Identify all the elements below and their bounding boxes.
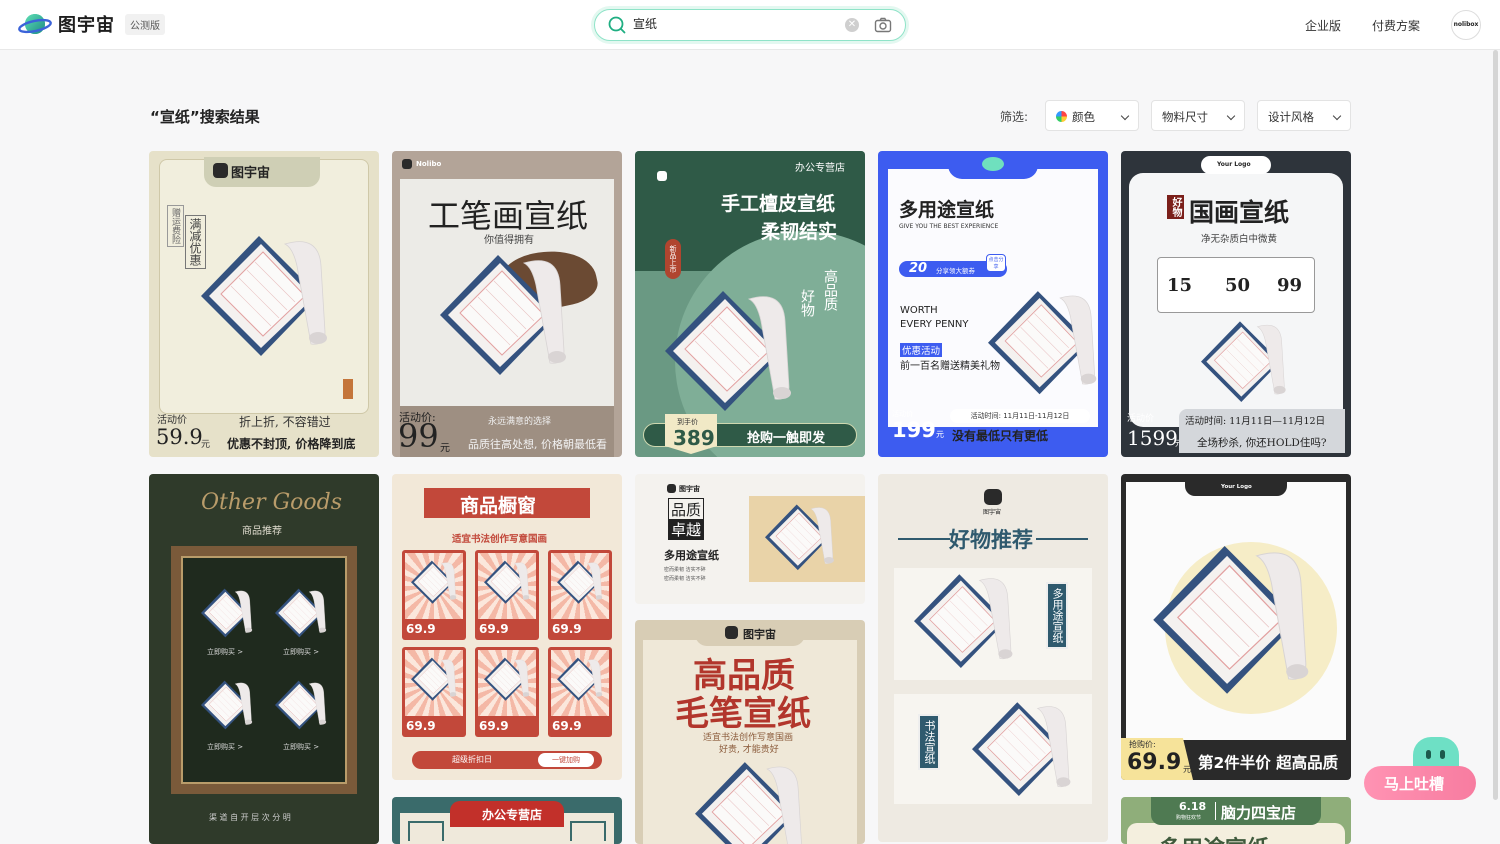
template-card-11[interactable]: 办公专营店 — [392, 797, 622, 844]
rice-paper-image — [275, 588, 327, 638]
product-tile[interactable]: 69.9 — [402, 550, 466, 640]
planet-logo-icon — [982, 157, 1004, 171]
template-card-12[interactable]: 图宇宙 高品质 毛笔宣纸 适宜书法创作写意国画 好贵, 才能贵好 — [635, 620, 865, 844]
rice-paper-image — [484, 657, 530, 701]
rice-paper-image — [695, 762, 804, 844]
product-tile[interactable]: 69.9 — [402, 647, 466, 737]
brand-logo-icon — [657, 171, 667, 181]
planet-logo-icon — [18, 11, 52, 37]
feedback-button[interactable]: 马上吐槽 — [1364, 766, 1476, 800]
color-wheel-icon — [1056, 111, 1067, 122]
brand-logo-icon — [213, 163, 228, 178]
tile-price: 69.9 — [406, 622, 436, 636]
template-card-5[interactable]: Your Logo 好物 国画宣纸 净无杂质白中微黄 15 50 99 活动价 … — [1121, 151, 1351, 457]
tile-price: 69.9 — [479, 719, 509, 733]
template-card-3[interactable]: 办公专营店 手工檀皮宣纸 柔韧结实 新品上市 好物 高品质 到手价 389 抢购… — [635, 151, 865, 457]
rice-paper-image — [1153, 546, 1309, 695]
rice-paper-image — [972, 702, 1071, 797]
template-card-1[interactable]: 图宇宙 满减优惠 赠运费险 活动价 59.9 元 折上折, 不容错过 优惠不封顶… — [149, 151, 379, 457]
camera-search-icon[interactable] — [874, 16, 892, 38]
brand-logo-icon — [667, 484, 676, 493]
rice-paper-image — [914, 574, 1013, 669]
brand-logo[interactable]: 图宇宙 公测版 — [18, 11, 165, 37]
brand-name: 图宇宙 — [58, 15, 115, 36]
rice-paper-image — [411, 657, 457, 701]
avatar[interactable]: nolibox — [1451, 10, 1481, 40]
clear-icon[interactable]: ✕ — [845, 18, 859, 32]
product-tile[interactable]: 69.9 — [475, 550, 539, 640]
rice-paper-image — [1201, 321, 1286, 403]
nav-enterprise[interactable]: 企业版 — [1305, 17, 1341, 34]
filter-label: 筛选: — [1000, 110, 1029, 124]
search-input[interactable] — [633, 16, 833, 30]
rice-paper-image — [201, 680, 253, 730]
template-card-8[interactable]: 图宇宙 品质 卓越 多用途宣纸 密而柔韧 洁实不碎 密而柔韧 洁实不碎 — [635, 474, 865, 604]
tile-price: 69.9 — [406, 719, 436, 733]
rice-paper-image — [765, 504, 835, 571]
page-title: “宣纸”搜索结果 — [150, 108, 260, 126]
rice-paper-image — [201, 236, 328, 357]
nav-pricing[interactable]: 付费方案 — [1372, 17, 1420, 34]
rice-paper-image — [557, 657, 603, 701]
brand-logo-icon — [402, 159, 412, 169]
chevron-down-icon — [1332, 111, 1342, 121]
beta-badge: 公测版 — [125, 13, 165, 35]
tile-price: 69.9 — [552, 622, 582, 636]
top-header: 图宇宙 公测版 ✕ 企业版 付费方案 nolibox — [0, 0, 1500, 50]
template-card-7[interactable]: 商品橱窗 适宜书法创作写意国画 69.9 69.9 69.9 69.9 69.9 69.9… — [392, 474, 622, 780]
filter-style[interactable]: 设计风格 — [1257, 100, 1351, 131]
product-tile[interactable]: 69.9 — [548, 550, 612, 640]
template-card-2[interactable]: Nolibo 工笔画宣纸 你值得拥有 活动价: 99 元 永远满意的选择 品质往… — [392, 151, 622, 457]
chevron-down-icon — [1120, 111, 1130, 121]
filter-size[interactable]: 物料尺寸 — [1151, 100, 1245, 131]
rice-paper-image — [988, 291, 1097, 395]
rice-paper-image — [484, 560, 530, 604]
rice-paper-image — [665, 291, 792, 412]
filter-color[interactable]: 颜色 — [1045, 100, 1139, 131]
template-card-9[interactable]: 图宇宙 好物推荐 多用途宣纸 书法宣纸 — [878, 474, 1108, 842]
brand-logo-icon — [984, 489, 1002, 505]
product-tile[interactable]: 69.9 — [475, 647, 539, 737]
tile-price: 69.9 — [552, 719, 582, 733]
template-card-4[interactable]: 多用途宣纸 GIVE YOU THE BEST EXPERIENCE 20 分享… — [878, 151, 1108, 457]
template-card-13[interactable]: 6.18 购物狂欢节 脑力四宝店 多用途宣纸 — [1121, 797, 1351, 844]
chevron-down-icon — [1226, 111, 1236, 121]
rice-paper-image — [557, 560, 603, 604]
rice-paper-image — [201, 588, 253, 638]
brand-logo-icon — [725, 626, 738, 639]
product-tile[interactable]: 69.9 — [548, 647, 612, 737]
rice-paper-image — [411, 560, 457, 604]
scrollbar[interactable] — [1493, 50, 1498, 800]
card-brand: 图宇宙 — [231, 166, 271, 181]
gold-frame-image — [171, 546, 357, 794]
search-icon[interactable] — [607, 15, 627, 39]
tile-price: 69.9 — [479, 622, 509, 636]
rice-paper-image — [275, 680, 327, 730]
template-card-6[interactable]: Other Goods 商品推荐 立即购买 > 立即购买 > 立即购买 > 立即… — [149, 474, 379, 844]
rice-paper-image — [440, 255, 567, 376]
template-card-10[interactable]: Your Logo 抢购价: 69.9 元 第2件半价 超高品质 — [1121, 474, 1351, 780]
search-box: ✕ — [594, 9, 906, 41]
